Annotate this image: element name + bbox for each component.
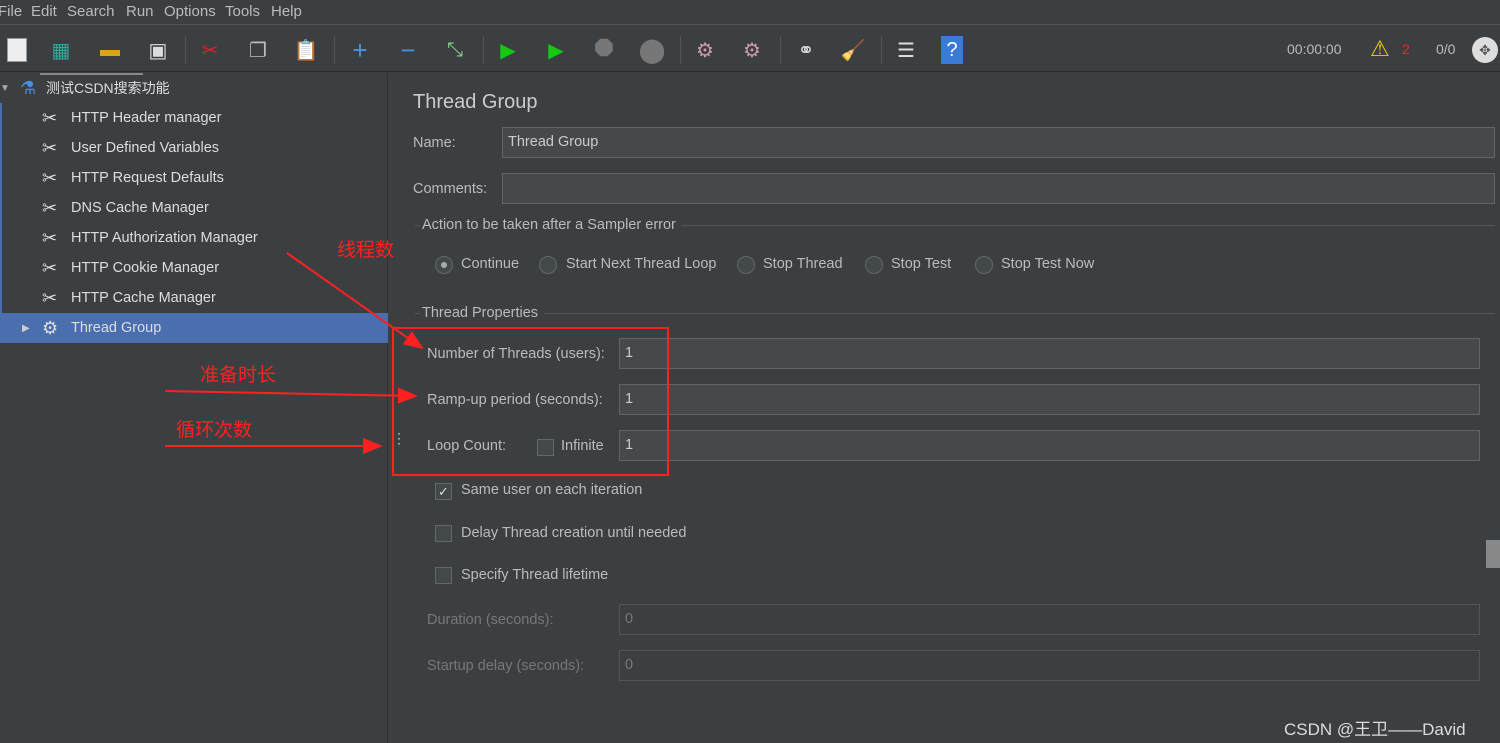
annotation-arrows: [164, 252, 424, 454]
watermark: CSDN @王卫——David: [1284, 720, 1466, 739]
arrow-rampup: [164, 387, 418, 404]
arrow-threads: [286, 252, 424, 350]
